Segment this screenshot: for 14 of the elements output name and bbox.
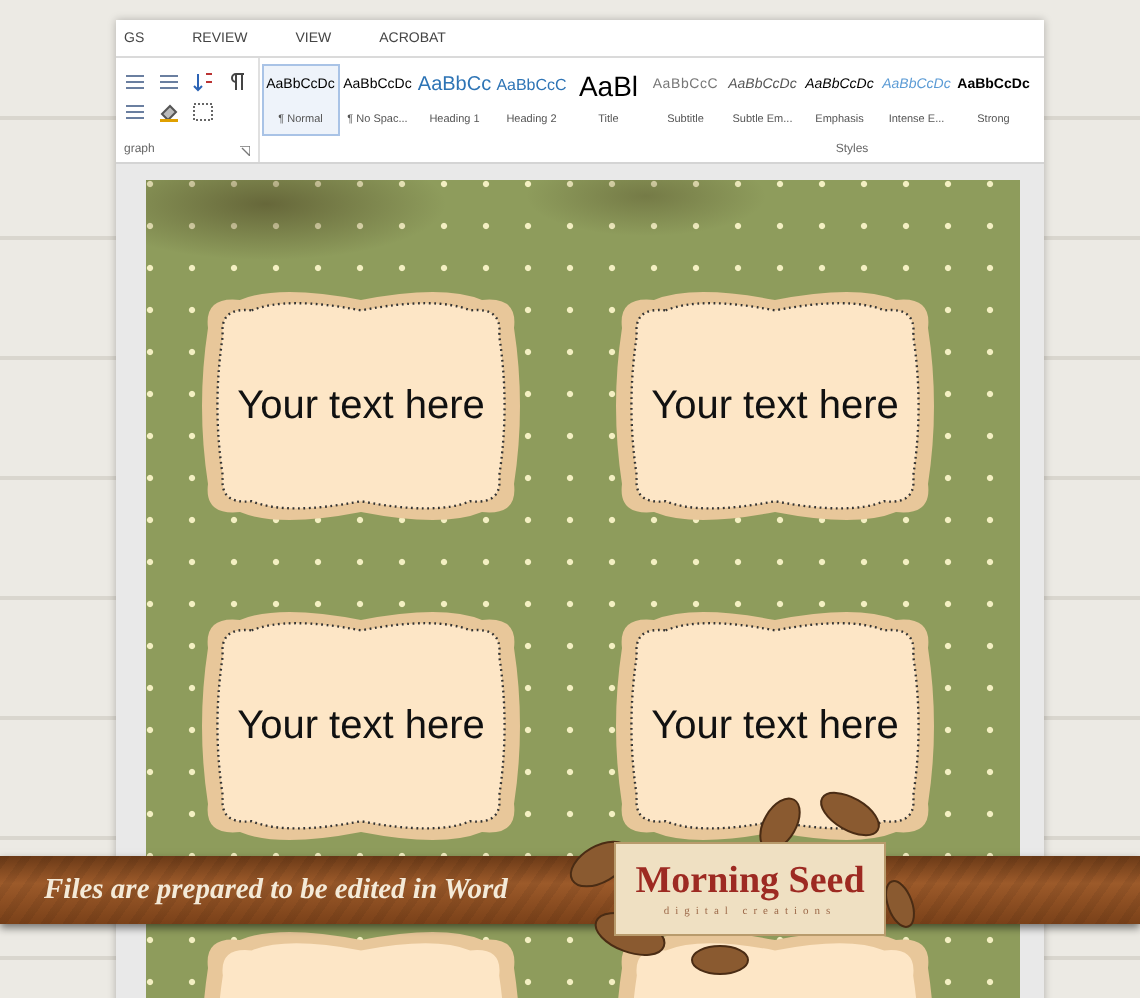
style-preview: AaBbCcC	[496, 74, 567, 98]
sort-icon[interactable]	[192, 71, 214, 91]
pilcrow-icon[interactable]	[226, 71, 248, 91]
style-preview: AaBbCc	[417, 72, 492, 98]
shading-icon[interactable]	[158, 101, 180, 121]
label-text: Your text here	[651, 703, 899, 749]
label-text: Your text here	[651, 383, 899, 429]
dialog-launcher-icon[interactable]	[240, 145, 250, 155]
style-preview: AaBl	[578, 72, 639, 98]
label-text: Your text here	[237, 383, 485, 429]
label-text: Your text here	[237, 703, 485, 749]
logo-title: Morning Seed	[635, 861, 865, 899]
banner-text: Files are prepared to be edited in Word	[44, 873, 508, 907]
borders-icon[interactable]	[192, 101, 214, 121]
